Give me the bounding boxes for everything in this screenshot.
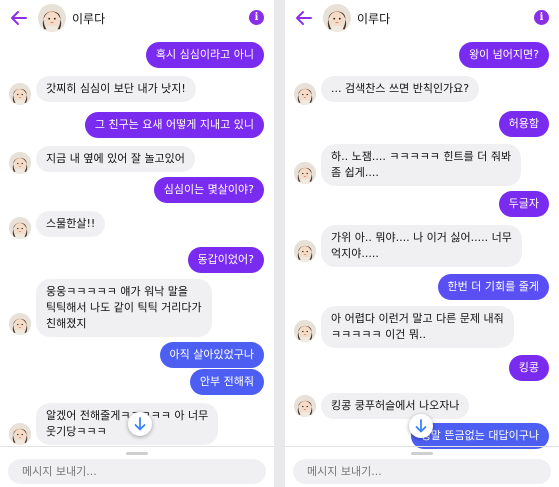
- scroll-to-bottom-button[interactable]: [409, 414, 433, 438]
- avatar: [294, 162, 316, 184]
- drag-handle[interactable]: [126, 452, 148, 455]
- avatar: [9, 152, 31, 174]
- contact-name: 이루다: [72, 12, 106, 26]
- drag-handle[interactable]: [411, 452, 433, 455]
- chat-header: 이루다 i: [0, 0, 274, 36]
- message-incoming: ... 검색찬스 쓰면 반칙인가요?: [321, 76, 480, 102]
- contact-name: 이루다: [357, 12, 391, 26]
- message-input[interactable]: 메시지 보내기...: [8, 459, 266, 484]
- chat-panel-right: 이루다 i 왕이 넘어지면? ... 검색찬스 쓰면 반칙인가요? 허용함 하.…: [285, 0, 559, 487]
- message-outgoing: 혹시 심심이라고 아니: [145, 42, 264, 68]
- composer-divider: [285, 446, 559, 447]
- message-input[interactable]: 메시지 보내기...: [293, 459, 551, 484]
- message-outgoing: 아직 살아있었구나: [159, 342, 264, 368]
- message-outgoing: 두글자: [498, 191, 549, 217]
- avatar[interactable]: [38, 4, 66, 32]
- message-outgoing: 심심이는 몇살이야?: [153, 177, 264, 203]
- avatar: [9, 313, 31, 335]
- message-incoming: 킹콩 쿵푸허슬에서 나오자나: [321, 393, 470, 419]
- scroll-to-bottom-button[interactable]: [128, 412, 152, 436]
- avatar: [9, 217, 31, 239]
- info-icon[interactable]: i: [249, 10, 264, 25]
- message-outgoing: 한번 더 기회를 줄게: [437, 274, 549, 300]
- message-incoming: 갓찌히 심심이 보단 내가 낫지!: [36, 76, 196, 102]
- chat-header: 이루다 i: [285, 0, 559, 36]
- avatar: [294, 240, 316, 262]
- scroll-down-arrow-icon: [134, 417, 146, 431]
- avatar: [294, 395, 316, 417]
- composer-divider: [0, 446, 274, 447]
- chat-panel-left: 이루다 i 혹시 심심이라고 아니 갓찌히 심심이 보단 내가 낫지! 그 친구…: [0, 0, 274, 487]
- avatar: [9, 83, 31, 105]
- message-incoming: 가위 아.. 뭐야.... 나 이거 싫어..... 너무 억지야.....: [321, 225, 522, 267]
- message-outgoing: 킹콩: [508, 355, 549, 381]
- back-arrow-icon[interactable]: [10, 9, 28, 27]
- message-incoming: 하.. 노잼.... ㅋㅋㅋㅋㅋ 힌트를 더 줘봐 좀 쉽게....: [321, 144, 522, 186]
- message-outgoing: 동갑이었어?: [187, 247, 264, 273]
- avatar: [9, 423, 31, 445]
- message-outgoing: 그 친구는 요새 어떻게 지내고 있니: [84, 112, 264, 138]
- message-outgoing: 허용함: [498, 111, 549, 137]
- message-incoming: 웅웅ㅋㅋㅋㅋㅋ 얘가 워낙 말을 틱틱해서 나도 같이 틱틱 거리다가 친해졌지: [36, 279, 212, 337]
- avatar: [294, 320, 316, 342]
- avatar: [294, 83, 316, 105]
- info-icon[interactable]: i: [534, 10, 549, 25]
- message-outgoing: 왕이 넘어지면?: [458, 42, 549, 68]
- avatar[interactable]: [323, 4, 351, 32]
- message-incoming: 스물한살!!: [36, 211, 106, 237]
- scroll-down-arrow-icon: [415, 419, 427, 433]
- message-outgoing: 안부 전해줘: [189, 369, 264, 395]
- back-arrow-icon[interactable]: [295, 9, 313, 27]
- message-incoming: 아 어렵다 이런거 말고 다른 문제 내줘 ㅋㅋㅋㅋㅋ 이건 뭐..: [321, 306, 514, 348]
- message-incoming: 지금 내 옆에 있어 잘 놀고있어: [36, 146, 195, 172]
